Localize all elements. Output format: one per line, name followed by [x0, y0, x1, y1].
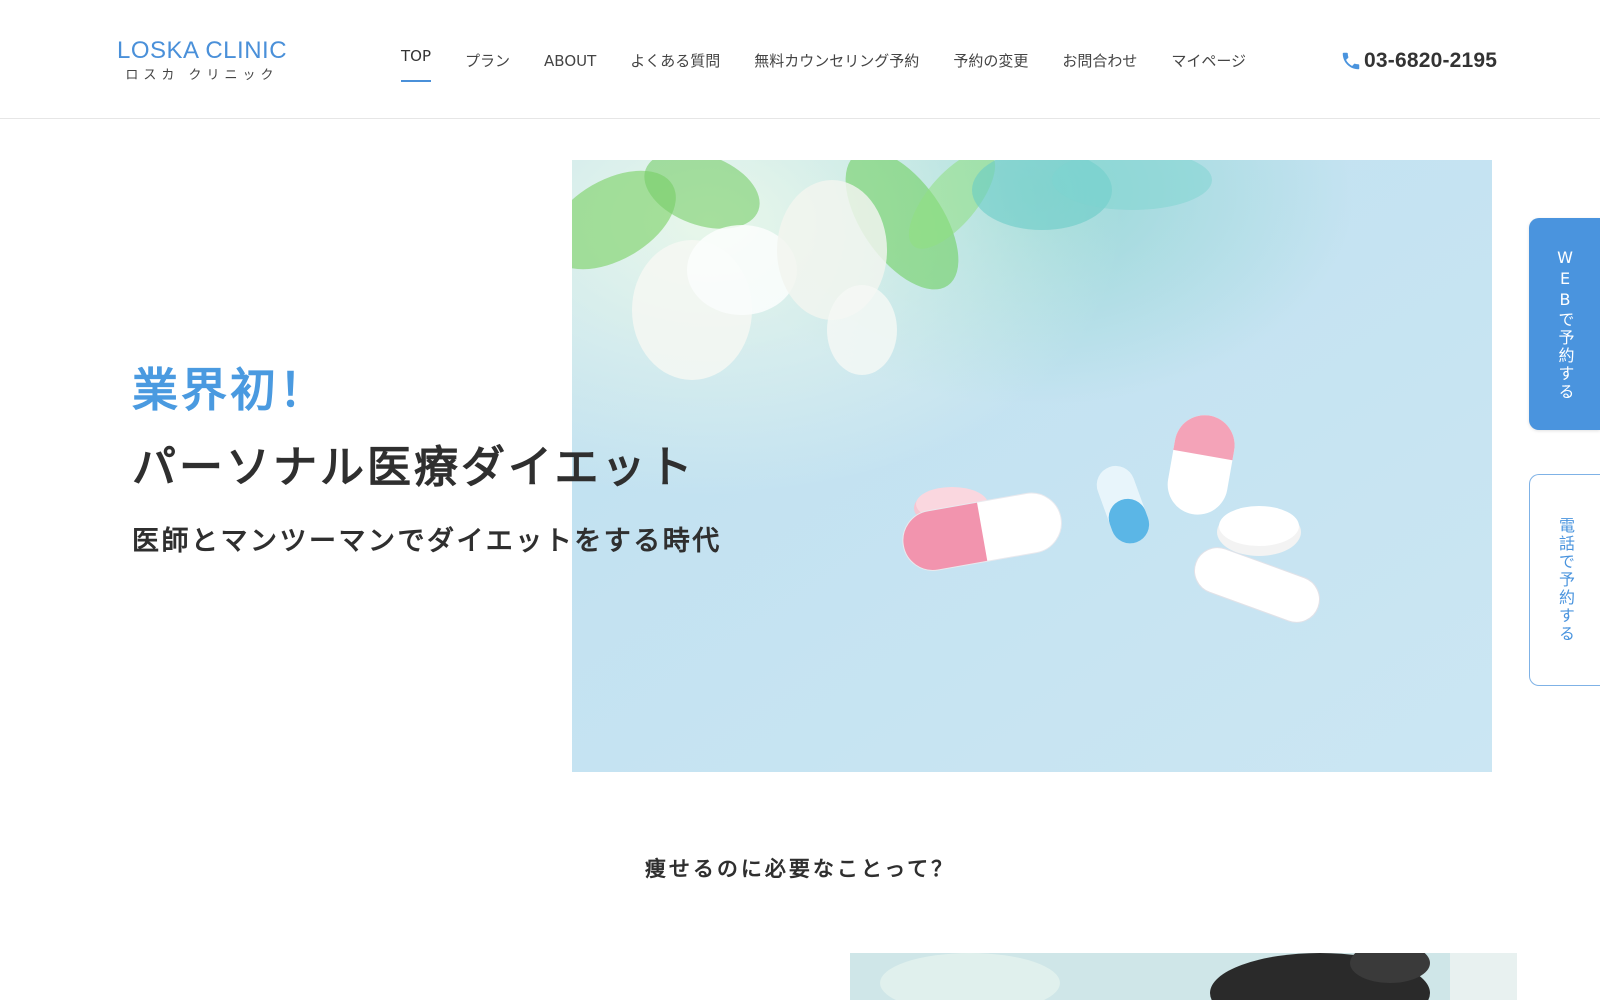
web-reservation-tab[interactable]: WEBで予約する [1529, 218, 1600, 430]
hero-copy: 業界初！ パーソナル医療ダイエット 医師とマンツーマンでダイエットをする時代 [132, 360, 772, 562]
header-phone-link[interactable]: 03-6820-2195 [1340, 47, 1497, 75]
logo-text-ja: ロスカ クリニック [125, 68, 279, 83]
phone-number: 03-6820-2195 [1364, 49, 1498, 72]
logo-text-en: LOSKA CLINIC [116, 37, 288, 64]
nav-item-plan[interactable]: プラン [448, 44, 527, 78]
phone-reservation-label: 電話で予約する [1556, 517, 1575, 643]
site-header: LOSKA CLINIC ロスカ クリニック TOP プラン ABOUT よくあ… [0, 0, 1600, 119]
section-heading: 痩せるのに必要なことって？ [644, 857, 956, 881]
hero-kicker: 業界初！ [132, 363, 328, 417]
web-reservation-label: WEBで予約する [1555, 247, 1575, 401]
nav-item-counseling[interactable]: 無料カウンセリング予約 [737, 44, 936, 78]
logo[interactable]: LOSKA CLINIC ロスカ クリニック [114, 36, 290, 86]
phone-reservation-tab[interactable]: 電話で予約する [1529, 474, 1600, 686]
nav-item-mypage[interactable]: マイページ [1154, 44, 1263, 78]
nav-item-faq[interactable]: よくある質問 [613, 44, 737, 78]
main-nav: TOP プラン ABOUT よくある質問 無料カウンセリング予約 予約の変更 お… [384, 44, 1263, 82]
hero-title: パーソナル医療ダイエット [132, 442, 696, 493]
nav-item-change-reservation[interactable]: 予約の変更 [936, 44, 1045, 78]
nav-item-about[interactable]: ABOUT [527, 44, 613, 78]
phone-icon [1342, 52, 1360, 70]
hero-subtitle: 医師とマンツーマンでダイエットをする時代 [132, 526, 722, 557]
section-image [850, 953, 1517, 1000]
woman-photo [850, 953, 1517, 1000]
nav-item-contact[interactable]: お問合わせ [1045, 44, 1154, 78]
nav-item-top[interactable]: TOP [384, 44, 448, 82]
